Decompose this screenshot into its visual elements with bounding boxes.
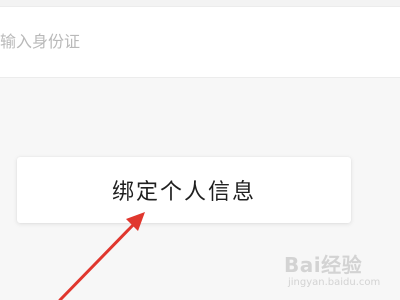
id-number-field-row: [0, 6, 400, 78]
bind-personal-info-button[interactable]: 绑定个人信息: [17, 157, 351, 223]
watermark-url: jingyan.baidu.com: [288, 277, 381, 288]
id-number-input[interactable]: [0, 23, 360, 59]
baidu-jingyan-watermark: Bai经验 jingyan.baidu.com: [284, 254, 396, 298]
bind-personal-info-label: 绑定个人信息: [111, 180, 256, 205]
watermark-logo: Bai经验: [284, 253, 363, 277]
annotation-arrow-shaft: [58, 220, 138, 300]
